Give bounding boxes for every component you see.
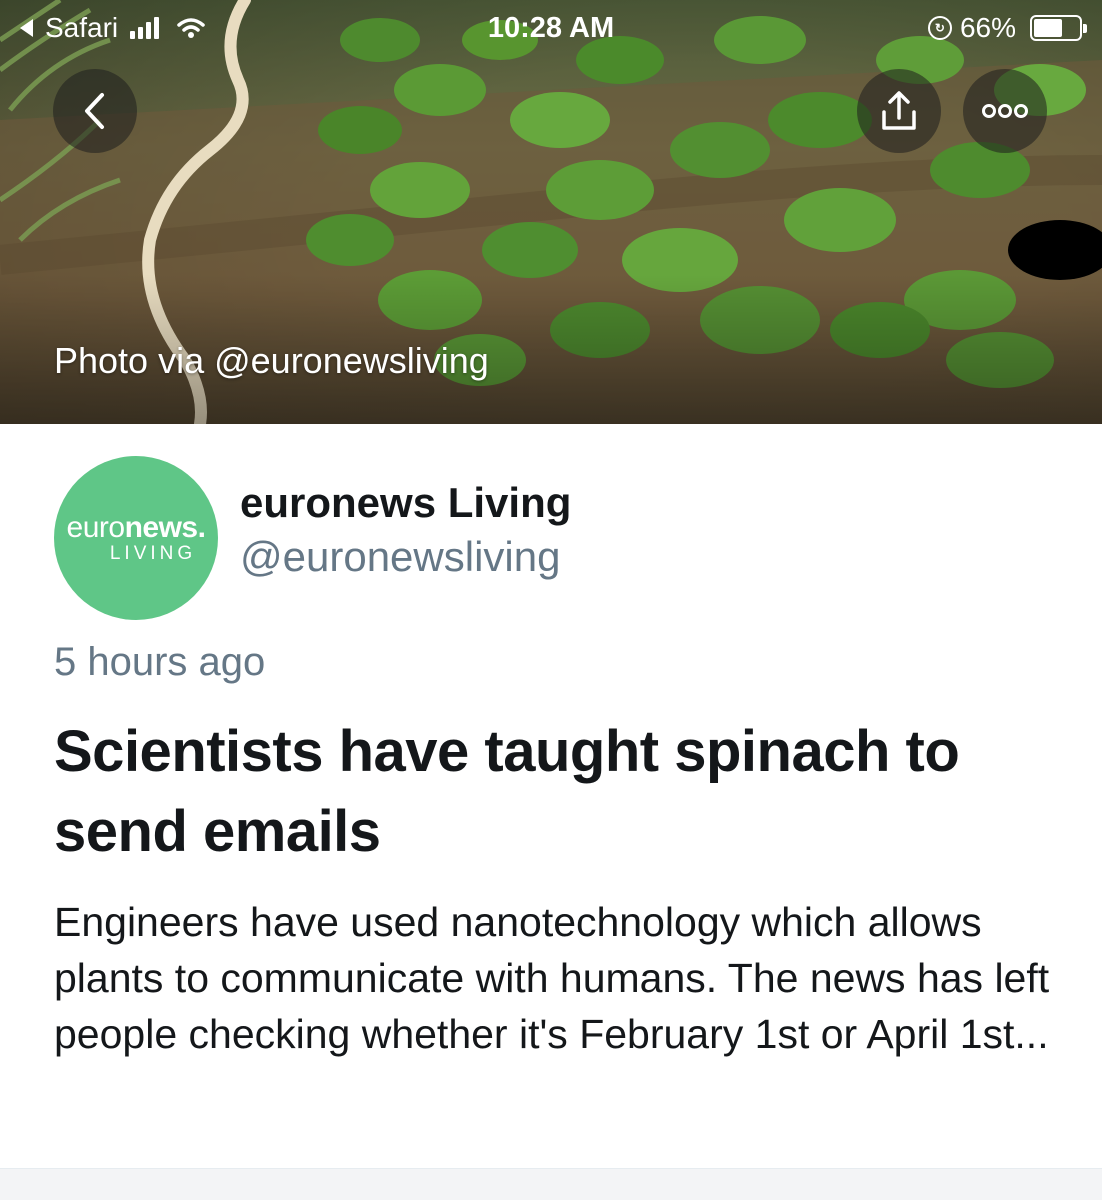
back-button[interactable] (53, 69, 137, 153)
share-icon (882, 91, 916, 130)
orientation-lock-icon: ↻ (927, 16, 952, 40)
author-block[interactable]: euronews. LIVING euronews Living @eurone… (54, 456, 571, 620)
bottom-divider (0, 1168, 1102, 1200)
avatar[interactable]: euronews. LIVING (54, 456, 218, 620)
author-name[interactable]: euronews Living (240, 477, 571, 529)
article-summary: Engineers have used nanotechnology which… (54, 899, 1050, 1057)
battery-fill (1034, 19, 1063, 37)
hero-image: Safari 10:28 AM ↻ 66% Photo via @euronew… (0, 0, 1102, 424)
author-handle[interactable]: @euronewsliving (240, 529, 571, 585)
battery-icon (1030, 15, 1087, 41)
photo-credit: Photo via @euronewsliving (54, 340, 489, 381)
battery-percent: 66% (959, 12, 1016, 43)
status-bar: Safari 10:28 AM ↻ 66% (0, 0, 1102, 56)
avatar-logo: euronews. (66, 511, 206, 544)
article-headline[interactable]: Scientists have taught spinach to send e… (54, 712, 1064, 872)
more-options-button[interactable] (963, 69, 1047, 153)
chevron-left-icon (85, 93, 104, 129)
avatar-logo-sub: LIVING (109, 543, 197, 564)
share-button[interactable] (857, 69, 941, 153)
timestamp: 5 hours ago (54, 640, 266, 684)
more-icon (982, 104, 1028, 118)
